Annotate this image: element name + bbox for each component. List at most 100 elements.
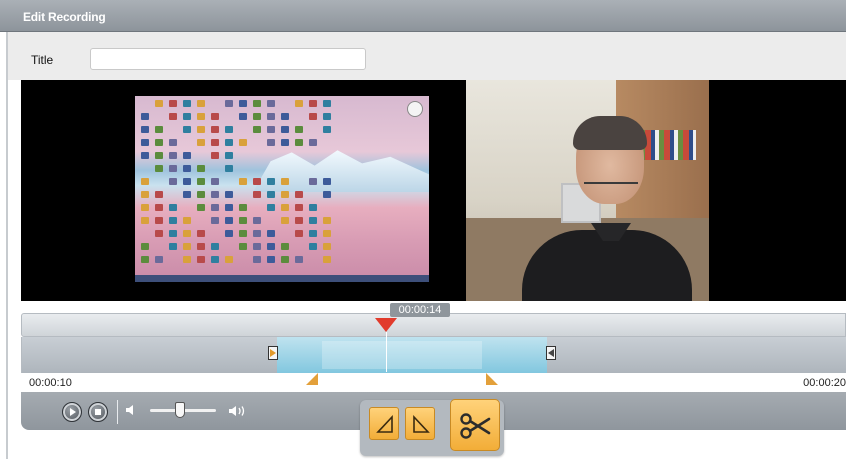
desktop-icon bbox=[141, 243, 149, 250]
desktop-icon bbox=[267, 126, 275, 133]
desktop-icon bbox=[169, 165, 177, 172]
stop-button[interactable] bbox=[88, 402, 108, 422]
desktop-icon bbox=[239, 100, 247, 107]
desktop-icon bbox=[323, 113, 331, 120]
playhead-timecode: 00:00:14 bbox=[390, 303, 450, 317]
desktop-icon bbox=[155, 204, 163, 211]
desktop-icon bbox=[295, 204, 303, 211]
desktop-icon bbox=[225, 152, 233, 159]
trim-out-marker[interactable] bbox=[486, 373, 498, 385]
desktop-icon bbox=[281, 217, 289, 224]
desktop-icon bbox=[309, 113, 317, 120]
title-input[interactable] bbox=[90, 48, 366, 70]
desktop-icon bbox=[281, 191, 289, 198]
desktop-icon bbox=[239, 139, 247, 146]
desktop-icons bbox=[135, 96, 429, 282]
selection-end-handle[interactable] bbox=[546, 346, 556, 360]
speaker-low-icon[interactable] bbox=[126, 405, 136, 415]
desktop-icon bbox=[253, 126, 261, 133]
clock-gadget-icon bbox=[407, 101, 423, 117]
desktop-icon bbox=[197, 139, 205, 146]
desktop-icon bbox=[281, 113, 289, 120]
desktop-icon bbox=[183, 126, 191, 133]
window-title: Edit Recording bbox=[23, 10, 106, 24]
video-preview bbox=[21, 80, 846, 301]
desktop-icon bbox=[169, 113, 177, 120]
desktop-icon bbox=[211, 191, 219, 198]
desktop-icon bbox=[211, 243, 219, 250]
trim-in-marker[interactable] bbox=[306, 373, 318, 385]
desktop-icon bbox=[295, 217, 303, 224]
desktop-icon bbox=[323, 217, 331, 224]
desktop-icon bbox=[197, 178, 205, 185]
desktop-icon bbox=[253, 217, 261, 224]
desktop-icon bbox=[323, 243, 331, 250]
desktop-icon bbox=[239, 243, 247, 250]
desktop-icon bbox=[295, 139, 303, 146]
desktop-icon bbox=[253, 178, 261, 185]
webcam-person-glasses bbox=[584, 174, 638, 184]
desktop-icon bbox=[239, 113, 247, 120]
desktop-icon bbox=[169, 204, 177, 211]
controls-divider bbox=[117, 400, 118, 424]
desktop-icon bbox=[323, 191, 331, 198]
desktop-icon bbox=[323, 126, 331, 133]
desktop-icon bbox=[309, 230, 317, 237]
desktop-icon bbox=[267, 204, 275, 211]
desktop-icon bbox=[141, 204, 149, 211]
desktop-icon bbox=[239, 217, 247, 224]
desktop-icon bbox=[169, 152, 177, 159]
desktop-icon bbox=[169, 100, 177, 107]
desktop-icon bbox=[197, 243, 205, 250]
desktop-icon bbox=[281, 126, 289, 133]
desktop-icon bbox=[295, 100, 303, 107]
desktop-icon bbox=[295, 256, 303, 263]
desktop-icon bbox=[183, 165, 191, 172]
desktop-icon bbox=[141, 113, 149, 120]
desktop-icon bbox=[309, 243, 317, 250]
desktop-icon bbox=[155, 100, 163, 107]
title-label: Title bbox=[31, 53, 54, 67]
timeline-time-labels: 00:00:10 00:00:20 bbox=[21, 374, 846, 392]
play-button[interactable] bbox=[62, 402, 82, 422]
desktop-icon bbox=[211, 217, 219, 224]
desktop-icon bbox=[169, 178, 177, 185]
screen-capture-thumbnail bbox=[135, 96, 429, 282]
trim-in-button[interactable] bbox=[369, 407, 399, 440]
desktop-icon bbox=[225, 100, 233, 107]
cut-button[interactable] bbox=[450, 399, 500, 451]
playhead-marker[interactable] bbox=[375, 318, 397, 332]
desktop-icon bbox=[211, 178, 219, 185]
desktop-icon bbox=[239, 230, 247, 237]
desktop-taskbar bbox=[135, 275, 429, 282]
desktop-icon bbox=[225, 217, 233, 224]
desktop-icon bbox=[183, 100, 191, 107]
desktop-icon bbox=[211, 126, 219, 133]
desktop-icon bbox=[169, 230, 177, 237]
webcam-person-hair bbox=[573, 116, 647, 150]
desktop-icon bbox=[169, 217, 177, 224]
desktop-icon bbox=[253, 113, 261, 120]
desktop-icon bbox=[267, 178, 275, 185]
desktop-icon bbox=[183, 113, 191, 120]
desktop-icon bbox=[323, 178, 331, 185]
desktop-icon bbox=[309, 217, 317, 224]
trim-out-icon bbox=[413, 414, 430, 433]
desktop-icon bbox=[281, 178, 289, 185]
desktop-icon bbox=[225, 139, 233, 146]
trim-out-button[interactable] bbox=[405, 407, 435, 440]
desktop-icon bbox=[141, 126, 149, 133]
desktop-icon bbox=[211, 152, 219, 159]
desktop-icon bbox=[239, 204, 247, 211]
selection-start-handle[interactable] bbox=[268, 346, 278, 360]
desktop-icon bbox=[225, 191, 233, 198]
timeline-selection[interactable] bbox=[277, 337, 547, 373]
desktop-icon bbox=[239, 178, 247, 185]
speaker-high-icon[interactable] bbox=[229, 405, 249, 417]
window-title-bar: Edit Recording bbox=[0, 0, 846, 32]
desktop-icon bbox=[211, 113, 219, 120]
desktop-icon bbox=[141, 139, 149, 146]
volume-slider-thumb[interactable] bbox=[174, 402, 185, 418]
desktop-icon bbox=[183, 230, 191, 237]
desktop-icon bbox=[323, 256, 331, 263]
